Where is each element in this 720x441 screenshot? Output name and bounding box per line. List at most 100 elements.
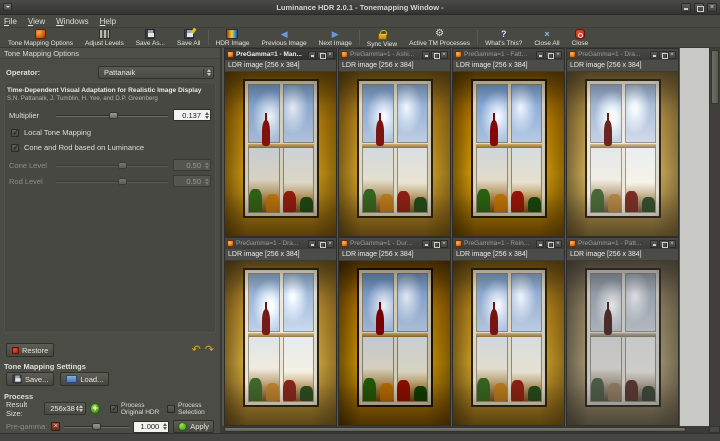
- subwindow-minimize-icon[interactable]: [422, 240, 430, 248]
- subwindow-restore-icon[interactable]: [431, 51, 439, 59]
- pregamma-spinbox[interactable]: 1.000: [133, 421, 169, 433]
- subwindow-restore-icon[interactable]: [659, 51, 667, 59]
- subwindow-close-icon[interactable]: ×: [326, 51, 334, 59]
- image-window-reinhard[interactable]: PreGamma=1 - Rein... × LDR image [256 x …: [452, 237, 565, 426]
- tonemapped-image[interactable]: [453, 261, 564, 425]
- toolbar-button-save-all[interactable]: Save All: [171, 28, 207, 47]
- menu-help[interactable]: Help: [100, 17, 116, 26]
- pregamma-reset-icon[interactable]: ×: [51, 422, 60, 431]
- subwindow-titlebar[interactable]: PreGamma=1 - Fatt... ×: [453, 49, 564, 60]
- tonemapped-image[interactable]: [225, 261, 336, 425]
- maximize-button[interactable]: [694, 3, 704, 12]
- settings-save-button[interactable]: Save...: [6, 372, 54, 386]
- subwindow-titlebar[interactable]: PreGamma=1 - Dra... ×: [225, 238, 336, 249]
- subwindow-close-icon[interactable]: ×: [326, 240, 334, 248]
- toolbar-button-close-all[interactable]: × Close All: [528, 28, 565, 47]
- image-window-fattal[interactable]: PreGamma=1 - Fatt... × LDR image [256 x …: [452, 48, 565, 237]
- multiplier-spinbox[interactable]: 0.137: [173, 109, 211, 121]
- operator-select[interactable]: Pattanaik: [98, 66, 214, 79]
- subwindow-close-icon[interactable]: ×: [668, 240, 676, 248]
- image-window-drago[interactable]: PreGamma=1 - Dra... × LDR image [256 x 3…: [566, 48, 679, 237]
- undo-icon[interactable]: ↶: [192, 345, 201, 356]
- subwindow-minimize-icon[interactable]: [536, 51, 544, 59]
- vertical-scrollbar[interactable]: [709, 48, 720, 426]
- menu-file[interactable]: File: [4, 17, 17, 26]
- image-window-ashikhmin[interactable]: PreGamma=1 - Ashi... × LDR image [256 x …: [338, 48, 451, 237]
- luminance-hdr-window: Luminance HDR 2.0.1 - Tonemapping Window…: [0, 0, 720, 441]
- settings-load-button[interactable]: Load...: [60, 372, 109, 386]
- subwindow-restore-icon[interactable]: [431, 240, 439, 248]
- toolbar-button-sync-view[interactable]: Sync View: [361, 28, 403, 47]
- subwindow-titlebar[interactable]: PreGamma=1 - Dra... ×: [567, 49, 678, 60]
- subwindow-restore-icon[interactable]: [317, 51, 325, 59]
- tonemapped-image[interactable]: [567, 261, 678, 425]
- result-size-select[interactable]: 256x384: [44, 402, 86, 415]
- local-tone-mapping-checkbox[interactable]: [11, 129, 19, 137]
- menu-view[interactable]: View: [28, 17, 45, 26]
- subwindow-close-icon[interactable]: ×: [554, 240, 562, 248]
- toolbar-button-previous-image[interactable]: ◀ Previous Image: [255, 28, 312, 47]
- tonemapped-image[interactable]: [339, 261, 450, 425]
- ldr-image-label: LDR image [256 x 384]: [567, 249, 678, 261]
- menu-windows[interactable]: Windows: [56, 17, 88, 26]
- tonemapped-image[interactable]: [225, 72, 336, 236]
- toolbar-button-active-tm-processes[interactable]: ⚙ Active TM Processes: [403, 28, 476, 47]
- image-window-mantiuk[interactable]: PreGamma=1 - Man... × LDR image [256 x 3…: [224, 48, 337, 237]
- subwindow-close-icon[interactable]: ×: [440, 51, 448, 59]
- close-button[interactable]: ×: [707, 3, 717, 12]
- subwindow-titlebar[interactable]: PreGamma=1 - Ashi... ×: [339, 49, 450, 60]
- process-selection-checkbox[interactable]: [167, 405, 175, 413]
- toolbar: Tone Mapping Options Adjust Levels Save …: [0, 28, 720, 48]
- lock-icon: [378, 33, 387, 40]
- operator-value: Pattanaik: [104, 68, 135, 77]
- subwindow-close-icon[interactable]: ×: [668, 51, 676, 59]
- load-icon: [66, 375, 77, 383]
- subwindow-titlebar[interactable]: PreGamma=1 - Patt... ×: [567, 238, 678, 249]
- subwindow-restore-icon[interactable]: [317, 240, 325, 248]
- pregamma-slider[interactable]: [64, 422, 129, 431]
- tonemapped-image[interactable]: [453, 72, 564, 236]
- redo-icon[interactable]: ↷: [205, 345, 214, 356]
- subwindow-restore-icon[interactable]: [545, 51, 553, 59]
- subwindow-restore-icon[interactable]: [545, 240, 553, 248]
- toolbar-button-whats-this[interactable]: ? What's This?: [479, 28, 528, 47]
- titlebar[interactable]: Luminance HDR 2.0.1 - Tonemapping Window…: [0, 0, 720, 15]
- subwindow-minimize-icon[interactable]: [650, 240, 658, 248]
- toolbar-button-adjust-levels[interactable]: Adjust Levels: [79, 28, 130, 47]
- subwindow-titlebar[interactable]: PreGamma=1 - Man... ×: [225, 49, 336, 60]
- toolbar-button-next-image[interactable]: ▶ Next Image: [313, 28, 358, 47]
- tone-mapping-settings-title: Tone Mapping Settings: [4, 362, 86, 371]
- ldr-image-label: LDR image [256 x 384]: [339, 249, 450, 261]
- process-original-hdr-checkbox[interactable]: [110, 405, 118, 413]
- toolbar-button-hdr-image[interactable]: HDR Image: [210, 28, 256, 47]
- add-size-button[interactable]: +: [90, 403, 100, 414]
- subwindow-restore-icon[interactable]: [659, 240, 667, 248]
- subwindow-minimize-icon[interactable]: [650, 51, 658, 59]
- minimize-button[interactable]: [681, 3, 691, 12]
- toolbar-button-save-as[interactable]: Save As...: [130, 28, 171, 47]
- horizontal-scrollbar[interactable]: [222, 426, 720, 433]
- tonemapped-image[interactable]: [567, 72, 678, 236]
- image-window-drago2[interactable]: PreGamma=1 - Dra... × LDR image [256 x 3…: [224, 237, 337, 426]
- subwindow-minimize-icon[interactable]: [308, 51, 316, 59]
- multiplier-slider[interactable]: [56, 111, 168, 120]
- cone-rod-checkbox[interactable]: [11, 144, 19, 152]
- toolbar-button-close[interactable]: Close: [566, 28, 595, 47]
- subwindow-titlebar[interactable]: PreGamma=1 - Rein... ×: [453, 238, 564, 249]
- subwindow-titlebar[interactable]: PreGamma=1 - Dur... ×: [339, 238, 450, 249]
- tonemapped-image[interactable]: [339, 72, 450, 236]
- toolbar-button-tone-mapping-options[interactable]: Tone Mapping Options: [2, 28, 79, 47]
- image-window-pattanaik[interactable]: PreGamma=1 - Patt... × LDR image [256 x …: [566, 237, 679, 426]
- subwindow-minimize-icon[interactable]: [422, 51, 430, 59]
- cone-level-label: Cone Level: [9, 161, 51, 170]
- subwindow-minimize-icon[interactable]: [536, 240, 544, 248]
- image-window-durand[interactable]: PreGamma=1 - Dur... × LDR image [256 x 3…: [338, 237, 451, 426]
- dock-title[interactable]: Tone Mapping Options: [0, 48, 220, 59]
- subwindow-close-icon[interactable]: ×: [554, 51, 562, 59]
- restore-button[interactable]: Restore: [6, 343, 54, 357]
- apply-button[interactable]: Apply: [173, 420, 214, 433]
- restore-label: Restore: [22, 346, 48, 355]
- subwindow-minimize-icon[interactable]: [308, 240, 316, 248]
- subwindow-close-icon[interactable]: ×: [440, 240, 448, 248]
- operator-info-title: Time-Dependent Visual Adaptation for Rea…: [7, 87, 213, 94]
